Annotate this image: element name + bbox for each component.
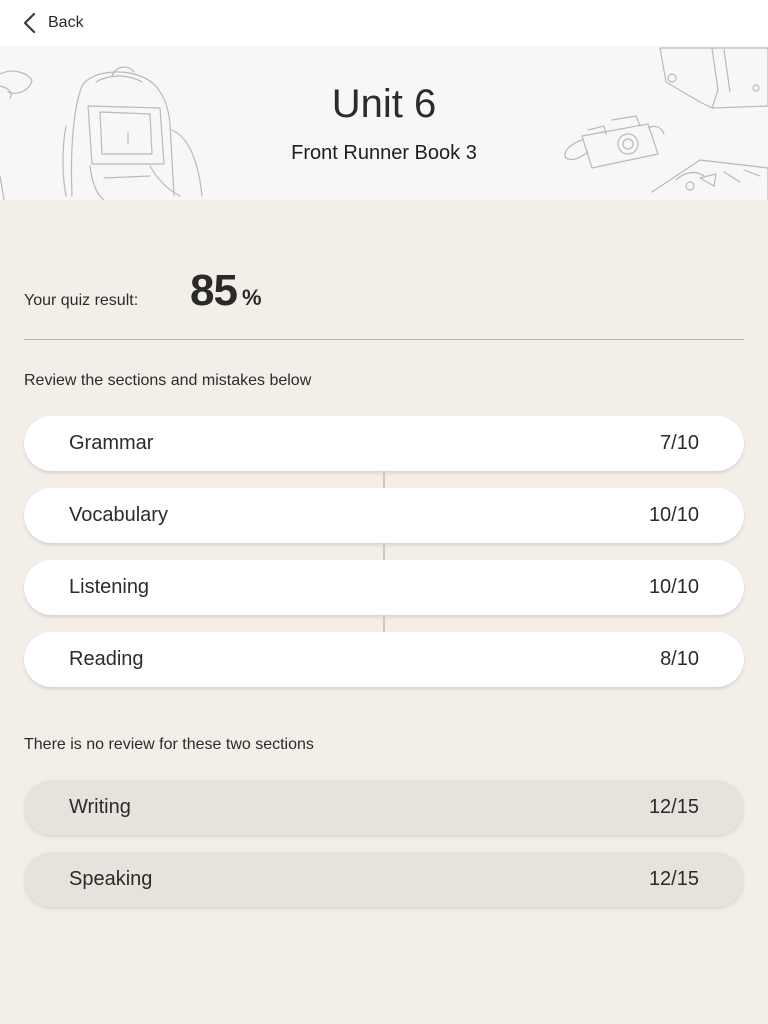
connector-line xyxy=(383,615,385,632)
section-name: Reading xyxy=(69,648,144,670)
section-score: 12/15 xyxy=(648,796,699,818)
connector-line xyxy=(383,543,385,560)
section-card-listening[interactable]: Listening 10/10 xyxy=(24,560,744,615)
connector-line xyxy=(383,471,385,488)
quiz-result-label: Your quiz result: xyxy=(24,292,139,309)
section-card-writing: Writing 12/15 xyxy=(24,780,744,835)
section-name: Speaking xyxy=(69,868,153,890)
no-review-hint: There is no review for these two section… xyxy=(24,736,314,753)
back-button[interactable]: Back xyxy=(22,11,84,35)
quiz-result-unit: % xyxy=(241,285,262,310)
top-bar: Back xyxy=(0,0,768,46)
section-card-grammar[interactable]: Grammar 7/10 xyxy=(24,416,744,471)
section-name: Grammar xyxy=(69,432,154,454)
review-hint: Review the sections and mistakes below xyxy=(24,372,312,389)
quiz-result-value: 85 xyxy=(190,266,238,315)
section-card-vocabulary[interactable]: Vocabulary 10/10 xyxy=(24,488,744,543)
unit-header: Unit 6 Front Runner Book 3 xyxy=(0,46,768,200)
section-name: Vocabulary xyxy=(69,504,168,526)
section-score: 8/10 xyxy=(660,648,699,670)
divider xyxy=(24,339,744,340)
section-name: Listening xyxy=(69,576,150,598)
unit-title: Unit 6 xyxy=(331,82,437,126)
book-subtitle: Front Runner Book 3 xyxy=(291,142,477,164)
section-score: 10/10 xyxy=(648,504,699,526)
chevron-left-icon xyxy=(22,12,38,34)
back-label: Back xyxy=(48,14,84,31)
section-card-speaking: Speaking 12/15 xyxy=(24,852,744,907)
section-score: 12/15 xyxy=(648,868,699,890)
section-name: Writing xyxy=(69,796,131,818)
section-score: 10/10 xyxy=(648,576,699,598)
section-score: 7/10 xyxy=(660,432,699,454)
section-card-reading[interactable]: Reading 8/10 xyxy=(24,632,744,687)
quiz-result: Your quiz result: 85 % xyxy=(24,266,262,315)
